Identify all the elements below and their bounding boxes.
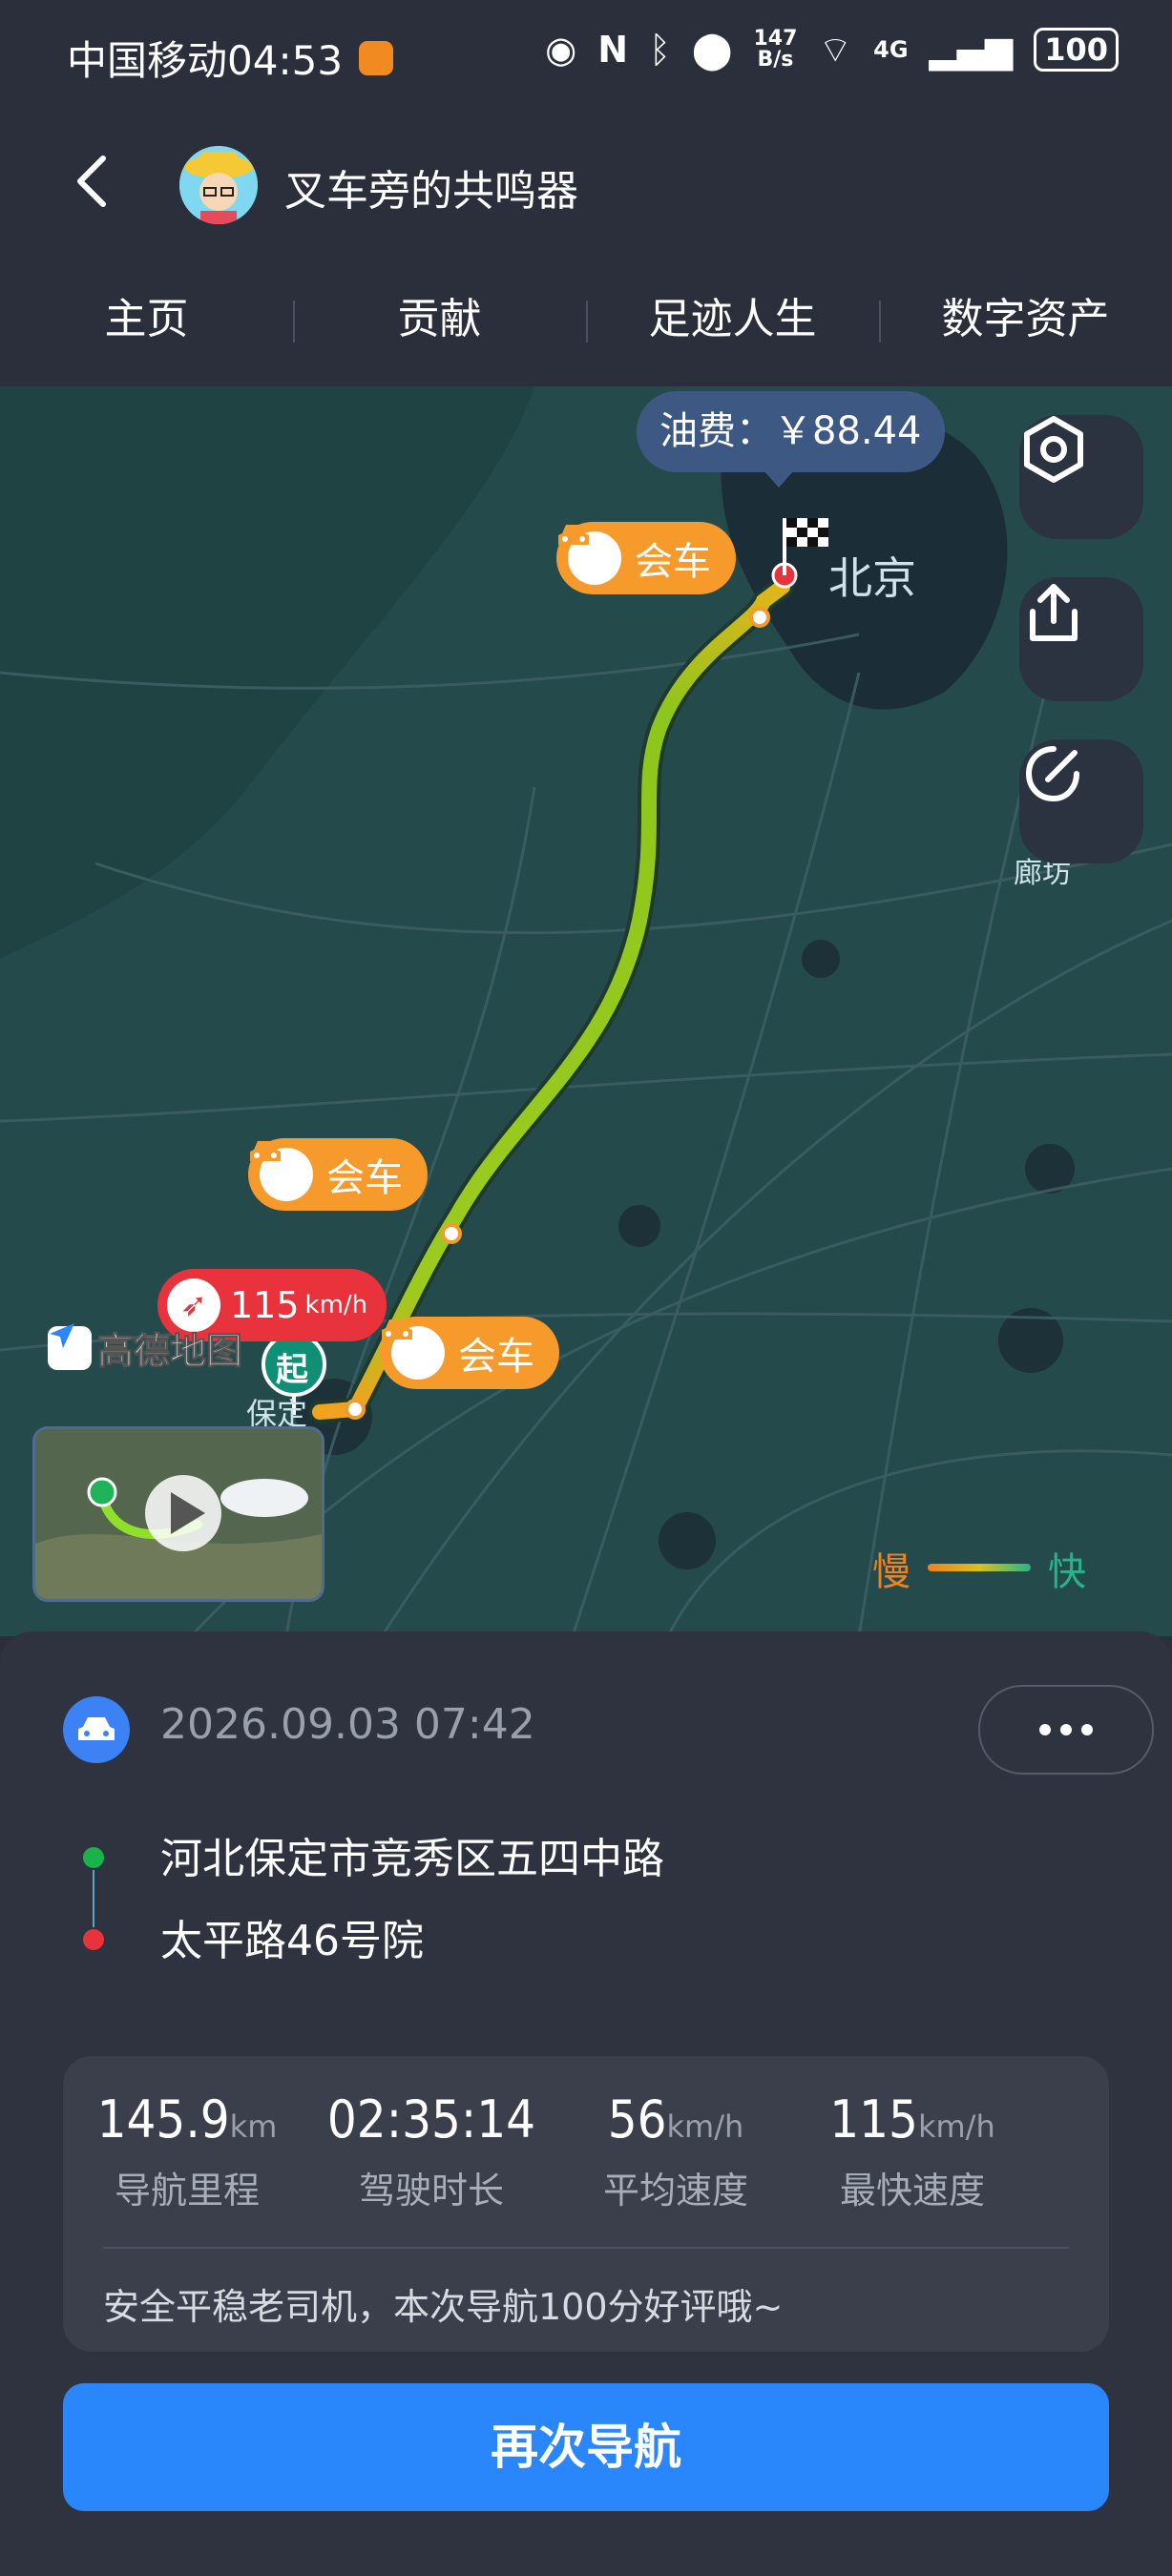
replay-preview bbox=[35, 1429, 322, 1599]
amap-logo-text: 高德地图 bbox=[96, 1330, 243, 1373]
stat-distance: 145.9km 导航里程 bbox=[63, 2089, 311, 2213]
stat-label: 平均速度 bbox=[602, 2170, 748, 2212]
app-notification-icon bbox=[359, 41, 393, 75]
route-map[interactable]: 起 北京 廊坊 保定 油费：￥88.44 会车 会车 会车 ➶ 115 km/h… bbox=[0, 386, 1172, 1636]
meet-label: 会车 bbox=[635, 540, 711, 584]
city-label-beijing: 北京 bbox=[828, 552, 916, 604]
meet-car-bubble-1[interactable]: 会车 bbox=[556, 522, 736, 594]
trip-stats-card: 145.9km 导航里程 02:35:14 驾驶时长 56km/h 平均速度 1… bbox=[63, 2056, 1109, 2352]
stats-divider bbox=[103, 2247, 1069, 2249]
amap-logo: 高德地图 bbox=[48, 1321, 243, 1374]
end-address: 太平路46号院 bbox=[160, 1917, 424, 1965]
speed-badge-value: 115 bbox=[230, 1284, 300, 1326]
stat-duration: 02:35:14 驾驶时长 bbox=[307, 2089, 555, 2213]
stat-label: 导航里程 bbox=[114, 2170, 260, 2212]
tab-contribution[interactable]: 贡献 bbox=[293, 272, 586, 377]
speed-badge-unit: km/h bbox=[304, 1291, 368, 1319]
navigate-again-button[interactable]: 再次导航 bbox=[63, 2383, 1109, 2511]
share-icon bbox=[1030, 584, 1078, 641]
tab-digital-assets[interactable]: 数字资产 bbox=[879, 272, 1172, 377]
end-point-dot bbox=[83, 1929, 104, 1950]
wifi-icon: ⌔ bbox=[818, 29, 853, 71]
page-title: 叉车旁的共鸣器 bbox=[284, 167, 578, 216]
eye-icon: ◉ bbox=[545, 29, 577, 71]
amap-logo-icon bbox=[48, 1323, 92, 1370]
stat-average-speed: 56km/h 平均速度 bbox=[552, 2089, 800, 2213]
speed-legend-bar bbox=[928, 1564, 1031, 1571]
route-connector-line bbox=[93, 1870, 94, 1927]
stat-value: 115 bbox=[829, 2089, 918, 2150]
stat-value: 56 bbox=[607, 2089, 667, 2150]
stat-label: 最快速度 bbox=[839, 2170, 985, 2212]
header: 叉车旁的共鸣器 bbox=[0, 114, 1172, 248]
meet-label: 会车 bbox=[458, 1335, 534, 1379]
more-options-button[interactable] bbox=[978, 1685, 1154, 1775]
bluetooth-icon: ᛒ bbox=[649, 29, 671, 71]
meet-label: 会车 bbox=[326, 1156, 403, 1200]
net-speed-unit: B/s bbox=[757, 48, 794, 72]
start-address: 河北保定市竞秀区五四中路 bbox=[160, 1835, 664, 1883]
meet-car-bubble-3[interactable]: 会车 bbox=[380, 1317, 559, 1389]
network-type: 4G bbox=[873, 36, 909, 63]
settings-button[interactable] bbox=[1019, 415, 1143, 539]
edit-icon bbox=[1025, 746, 1079, 802]
stat-max-speed: 115km/h 最快速度 bbox=[788, 2089, 1036, 2213]
status-icons: ◉ N ᛒ ⬤ 147 B/s ⌔ 4G ▂▄▆ 100 bbox=[545, 27, 1119, 73]
stat-label: 驾驶时长 bbox=[358, 2170, 504, 2212]
edit-button[interactable] bbox=[1019, 739, 1143, 863]
stat-unit: km bbox=[229, 2109, 278, 2145]
fuel-cost-tooltip: 油费：￥88.44 bbox=[637, 391, 945, 472]
stat-value: 02:35:14 bbox=[326, 2089, 536, 2150]
fuel-tooltip-arrow bbox=[764, 470, 794, 488]
location-icon: ⬤ bbox=[691, 29, 733, 71]
stat-value: 145.9 bbox=[96, 2089, 230, 2150]
chevron-left-icon bbox=[77, 156, 106, 207]
carrier-label: 中国移动 bbox=[67, 37, 228, 84]
back-button[interactable] bbox=[65, 153, 122, 210]
trip-details-panel: 2026.09.03 07:42 河北保定市竞秀区五四中路 太平路46号院 14… bbox=[0, 1631, 1172, 2576]
share-button[interactable] bbox=[1019, 577, 1143, 701]
start-marker-label: 起 bbox=[276, 1351, 308, 1389]
car-icon bbox=[250, 1141, 313, 1201]
meet-car-bubble-2[interactable]: 会车 bbox=[248, 1138, 428, 1211]
status-bar: 中国移动04:53 ◉ N ᛒ ⬤ 147 B/s ⌔ 4G ▂▄▆ 100 bbox=[0, 0, 1172, 114]
avatar[interactable] bbox=[179, 146, 258, 224]
battery-indicator: 100 bbox=[1034, 28, 1119, 72]
stat-unit: km/h bbox=[917, 2109, 995, 2145]
car-icon bbox=[558, 525, 621, 585]
tab-footprint[interactable]: 足迹人生 bbox=[586, 272, 879, 377]
car-icon bbox=[382, 1319, 445, 1380]
signal-icon: ▂▄▆ bbox=[929, 29, 1014, 71]
net-speed: 147 B/s bbox=[753, 29, 797, 71]
status-carrier-time: 中国移动04:53 bbox=[67, 29, 343, 87]
hexagon-settings-icon bbox=[1024, 416, 1083, 483]
trip-datetime: 2026.09.03 07:42 bbox=[160, 1700, 535, 1749]
legend-fast-label: 快 bbox=[1048, 1550, 1086, 1594]
legend-slow-label: 慢 bbox=[872, 1550, 910, 1594]
tab-home[interactable]: 主页 bbox=[0, 272, 293, 377]
stat-unit: km/h bbox=[666, 2109, 744, 2145]
finish-flag-icon bbox=[786, 518, 828, 547]
nfc-icon: N bbox=[597, 29, 629, 71]
clock: 04:53 bbox=[227, 37, 344, 84]
start-point-dot bbox=[83, 1847, 104, 1868]
avatar-image bbox=[179, 146, 258, 224]
route-replay-thumbnail[interactable] bbox=[32, 1426, 324, 1602]
car-trip-icon bbox=[63, 1696, 130, 1763]
more-dots-icon bbox=[1039, 1724, 1051, 1735]
driving-comment: 安全平稳老司机，本次导航100分好评哦~ bbox=[103, 2286, 784, 2328]
profile-tabs: 主页 贡献 足迹人生 数字资产 bbox=[0, 272, 1172, 377]
